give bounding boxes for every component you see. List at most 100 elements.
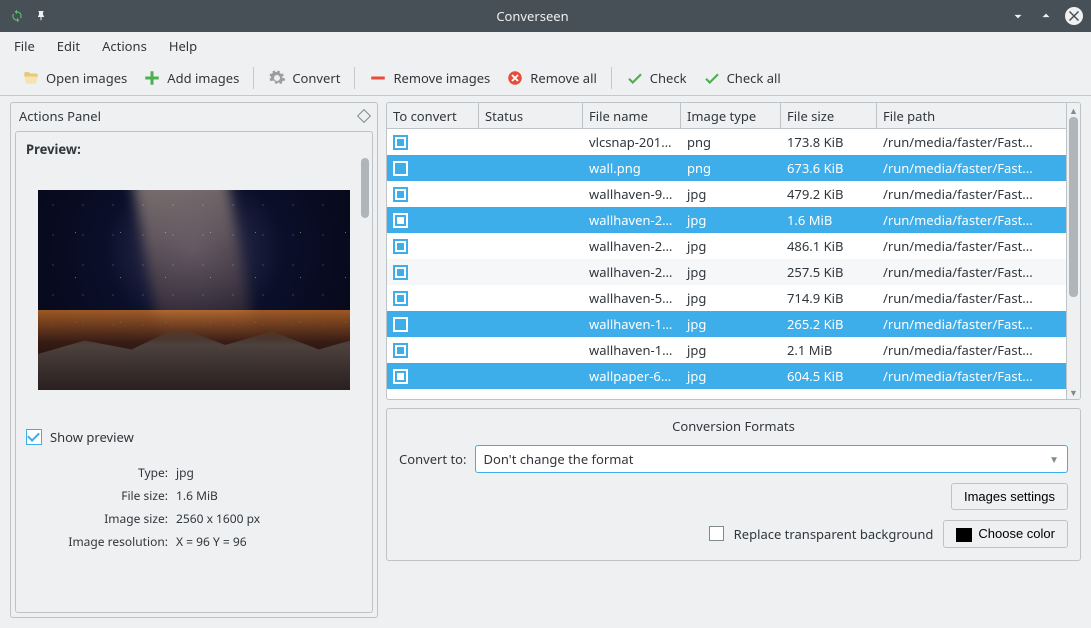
check-label: Check [650,69,687,87]
minus-icon [369,69,387,87]
cell-checkbox[interactable] [387,317,479,332]
cell-image-type: png [681,133,781,151]
meta-resolution-value: X = 96 Y = 96 [176,533,362,550]
table-row[interactable]: wallhaven-26...jpg486.1 KiB/run/media/fa… [387,233,1080,259]
table-header: To convert Status File name Image type F… [387,103,1080,129]
actions-panel-scrollbar[interactable] [360,158,370,608]
menu-help[interactable]: Help [169,37,197,55]
cell-checkbox[interactable] [387,213,479,228]
actions-panel-body: Preview: Show preview Type: jpg File siz… [15,131,373,613]
cell-checkbox[interactable] [387,291,479,306]
cell-file-path: /run/media/faster/Fast... [877,315,1080,333]
right-area: To convert Status File name Image type F… [386,102,1081,618]
cell-file-size: 486.1 KiB [781,237,877,255]
replace-bg-checkbox[interactable] [709,526,724,541]
close-icon[interactable] [1065,7,1083,25]
cell-checkbox[interactable] [387,239,479,254]
replace-bg-label: Replace transparent background [734,525,934,543]
panel-float-icon[interactable] [357,109,371,123]
check-all-icon [703,69,721,87]
cell-file-size: 714.9 KiB [781,289,877,307]
show-preview-label: Show preview [50,428,134,446]
remove-all-label: Remove all [530,69,597,87]
col-file-size[interactable]: File size [781,103,877,128]
col-file-path[interactable]: File path [877,103,1066,128]
table-row[interactable]: wallhaven-24...jpg1.6 MiB/run/media/fast… [387,207,1080,233]
table-body: vlcsnap-2013...png173.8 KiB/run/media/fa… [387,129,1080,399]
actions-panel-title: Actions Panel [19,107,101,125]
meta-filesize-value: 1.6 MiB [176,487,362,504]
conversion-formats-panel: Conversion Formats Convert to: Don't cha… [386,408,1081,561]
table-row[interactable]: wallhaven-10...jpg2.1 MiB/run/media/fast… [387,337,1080,363]
titlebar: Converseen [0,0,1091,32]
table-row[interactable]: wallpaper-68...jpg604.5 KiB/run/media/fa… [387,363,1080,389]
toolbar-separator [354,67,355,89]
images-settings-button[interactable]: Images settings [951,483,1068,510]
cell-file-size: 173.8 KiB [781,133,877,151]
table-row[interactable]: wallhaven-56...jpg714.9 KiB/run/media/fa… [387,285,1080,311]
table-row[interactable]: wallhaven-27...jpg257.5 KiB/run/media/fa… [387,259,1080,285]
convert-label: Convert [292,69,340,87]
add-images-button[interactable]: Add images [135,65,247,91]
menu-file[interactable]: File [14,37,35,55]
check-button[interactable]: Check [618,65,695,91]
col-status[interactable]: Status [479,103,583,128]
cell-file-path: /run/media/faster/Fast... [877,133,1080,151]
app-reload-icon[interactable] [8,7,26,25]
cell-file-path: /run/media/faster/Fast... [877,211,1080,229]
choose-color-button[interactable]: Choose color [943,520,1068,548]
app-window: Converseen File Edit Actions Help Open i… [0,0,1091,628]
col-to-convert[interactable]: To convert [387,103,479,128]
pin-icon[interactable] [32,7,50,25]
cell-checkbox[interactable] [387,187,479,202]
menubar: File Edit Actions Help [0,32,1091,60]
cell-image-type: jpg [681,211,781,229]
plus-icon [143,69,161,87]
cell-image-type: png [681,159,781,177]
cell-image-type: jpg [681,341,781,359]
scroll-down-icon[interactable]: ▼ [1067,385,1080,399]
open-images-button[interactable]: Open images [14,65,135,91]
remove-images-label: Remove images [393,69,490,87]
minimize-icon[interactable] [1009,7,1027,25]
cell-image-type: jpg [681,367,781,385]
add-images-label: Add images [167,69,239,87]
convert-button[interactable]: Convert [260,65,348,91]
check-icon [626,69,644,87]
cell-checkbox[interactable] [387,265,479,280]
menu-edit[interactable]: Edit [57,37,80,55]
maximize-icon[interactable] [1037,7,1055,25]
cell-image-type: jpg [681,289,781,307]
convert-to-select[interactable]: Don't change the format ▼ [475,445,1068,473]
show-preview-checkbox[interactable] [26,429,42,445]
table-row[interactable]: wallhaven-96...jpg479.2 KiB/run/media/fa… [387,181,1080,207]
cell-file-size: 479.2 KiB [781,185,877,203]
cell-file-path: /run/media/faster/Fast... [877,263,1080,281]
cell-checkbox[interactable] [387,135,479,150]
col-file-name[interactable]: File name [583,103,681,128]
cell-checkbox[interactable] [387,161,479,176]
cell-file-path: /run/media/faster/Fast... [877,341,1080,359]
table-row[interactable]: wall.pngpng673.6 KiB/run/media/faster/Fa… [387,155,1080,181]
cell-file-name: wallhaven-10... [583,341,681,359]
cell-file-path: /run/media/faster/Fast... [877,185,1080,203]
col-image-type[interactable]: Image type [681,103,781,128]
choose-color-label: Choose color [978,526,1055,541]
remove-all-button[interactable]: Remove all [498,65,605,91]
actions-panel: Actions Panel Preview: Show preview Ty [10,102,378,618]
cell-checkbox[interactable] [387,369,479,384]
table-row[interactable]: vlcsnap-2013...png173.8 KiB/run/media/fa… [387,129,1080,155]
meta-filesize-label: File size: [26,487,176,504]
folder-open-icon [22,69,40,87]
meta-imagesize-value: 2560 x 1600 px [176,510,362,527]
image-metadata: Type: jpg File size: 1.6 MiB Image size:… [26,464,362,550]
scroll-up-icon[interactable]: ▲ [1067,103,1080,117]
cell-checkbox[interactable] [387,343,479,358]
table-scrollbar[interactable]: ▲ ▼ [1066,103,1080,399]
check-all-button[interactable]: Check all [695,65,789,91]
cell-image-type: jpg [681,315,781,333]
meta-resolution-label: Image resolution: [26,533,176,550]
menu-actions[interactable]: Actions [102,37,147,55]
table-row[interactable]: wallhaven-10...jpg265.2 KiB/run/media/fa… [387,311,1080,337]
remove-images-button[interactable]: Remove images [361,65,498,91]
